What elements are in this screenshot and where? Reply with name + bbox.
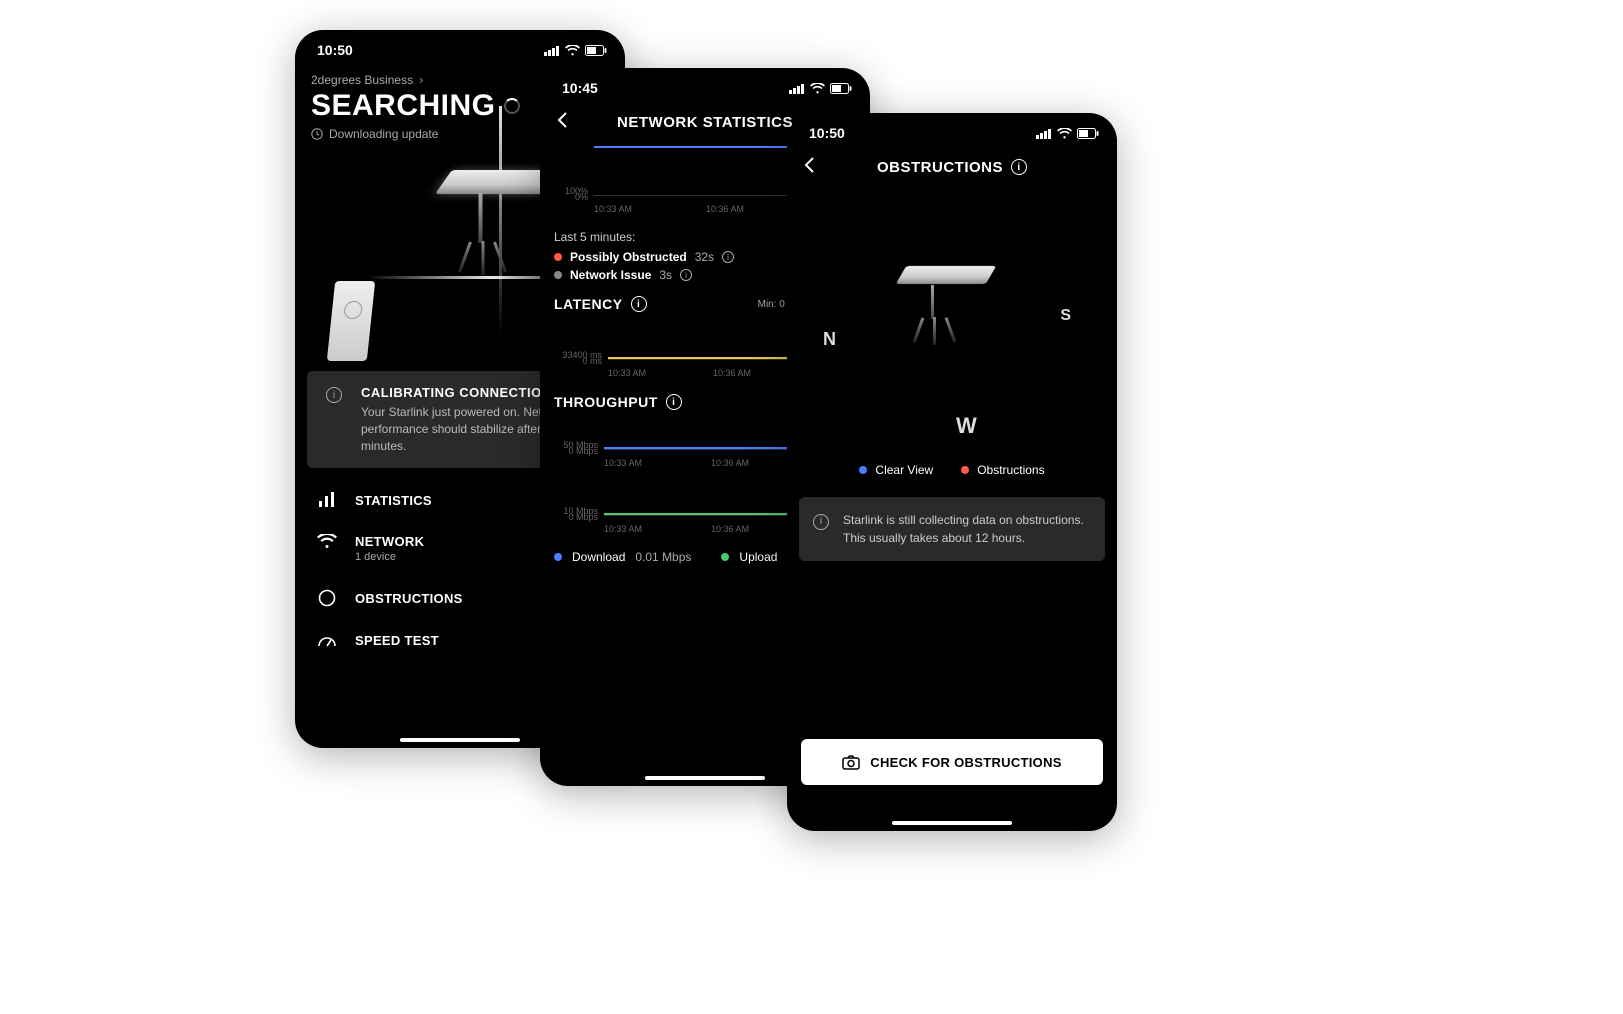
dot-icon (859, 466, 867, 474)
info-icon: i (321, 387, 347, 403)
menu-label: SPEED TEST (355, 633, 439, 648)
subtitle: Downloading update (329, 127, 438, 141)
info-icon[interactable]: i (666, 394, 682, 410)
camera-icon (842, 755, 860, 770)
status-time: 10:50 (809, 125, 845, 141)
router-illustration (327, 281, 375, 361)
status-bar: 10:50 (787, 113, 1117, 145)
compass-w: W (956, 413, 977, 439)
cta-label: CHECK FOR OBSTRUCTIONS (870, 755, 1062, 770)
dot-icon (554, 271, 562, 279)
signal-icon (1036, 128, 1052, 139)
signal-icon (544, 45, 560, 56)
chevron-right-icon: › (419, 72, 423, 87)
clock-icon (311, 128, 323, 140)
info-icon[interactable]: i (680, 269, 692, 281)
legend-label: Network Issue (570, 268, 651, 282)
legend-value: 3s (659, 268, 672, 282)
section-title: LATENCY (554, 296, 623, 312)
home-indicator[interactable] (645, 776, 765, 780)
info-icon: i (813, 511, 829, 530)
screen-title: OBSTRUCTIONS (877, 159, 1003, 176)
y-axis-bot: 0 Mbps (554, 446, 598, 456)
note-text: Starlink is still collecting data on obs… (843, 511, 1091, 547)
spinner-icon (504, 98, 520, 114)
obstruction-map[interactable]: N W S (801, 199, 1103, 459)
check-obstructions-button[interactable]: CHECK FOR OBSTRUCTIONS (801, 739, 1103, 785)
status-bar: 10:50 (295, 30, 625, 62)
info-icon[interactable]: i (722, 251, 734, 263)
legend-clear: Clear View (875, 463, 933, 477)
y-axis-bot: 0 Mbps (554, 512, 598, 522)
compass-n: N (823, 329, 836, 350)
back-button[interactable] (803, 156, 815, 178)
status-time: 10:45 (562, 80, 598, 96)
wifi-icon (810, 83, 825, 94)
carrier-name: 2degrees Business (311, 73, 413, 87)
dot-icon (554, 253, 562, 261)
phone-obstructions: 10:50 OBSTRUCTIONS i N W S Clear View Ob… (787, 113, 1117, 831)
status-icons (789, 83, 852, 94)
wifi-icon (565, 45, 580, 56)
bars-icon (315, 492, 339, 508)
battery-icon (585, 45, 607, 56)
compass-s: S (1060, 307, 1071, 325)
obstruction-legend: Clear View Obstructions (801, 463, 1103, 477)
y-axis-bot: 0% (554, 192, 588, 202)
status-time: 10:50 (317, 42, 353, 58)
screen-title: NETWORK STATISTICS (617, 114, 793, 131)
circle-icon (315, 589, 339, 607)
status-icons (1036, 128, 1099, 139)
back-button[interactable] (556, 111, 568, 133)
dot-icon (554, 553, 562, 561)
home-indicator[interactable] (400, 738, 520, 742)
page-title: SEARCHING (311, 89, 496, 123)
download-value: 0.01 Mbps (635, 550, 691, 564)
menu-sublabel: 1 device (355, 551, 424, 563)
info-icon[interactable]: i (631, 296, 647, 312)
home-indicator[interactable] (892, 821, 1012, 825)
dot-icon (961, 466, 969, 474)
upload-label: Upload (739, 550, 777, 564)
status-bar: 10:45 (540, 68, 870, 100)
battery-icon (1077, 128, 1099, 139)
menu-label: OBSTRUCTIONS (355, 591, 463, 606)
gauge-icon (315, 634, 339, 648)
download-label: Download (572, 550, 625, 564)
dish-illustration (901, 259, 991, 291)
menu-label: STATISTICS (355, 493, 432, 508)
menu-label: NETWORK (355, 534, 424, 549)
signal-icon (789, 83, 805, 94)
y-axis-bot: 0 ms (554, 356, 602, 366)
legend-obs: Obstructions (977, 463, 1044, 477)
status-icons (544, 45, 607, 56)
wifi-icon (1057, 128, 1072, 139)
legend-label: Possibly Obstructed (570, 250, 687, 264)
section-title: THROUGHPUT (554, 394, 658, 410)
info-icon[interactable]: i (1011, 159, 1027, 175)
battery-icon (830, 83, 852, 94)
collecting-note: i Starlink is still collecting data on o… (799, 497, 1105, 561)
legend-value: 32s (695, 250, 714, 264)
wifi-icon (315, 534, 339, 549)
dot-icon (721, 553, 729, 561)
